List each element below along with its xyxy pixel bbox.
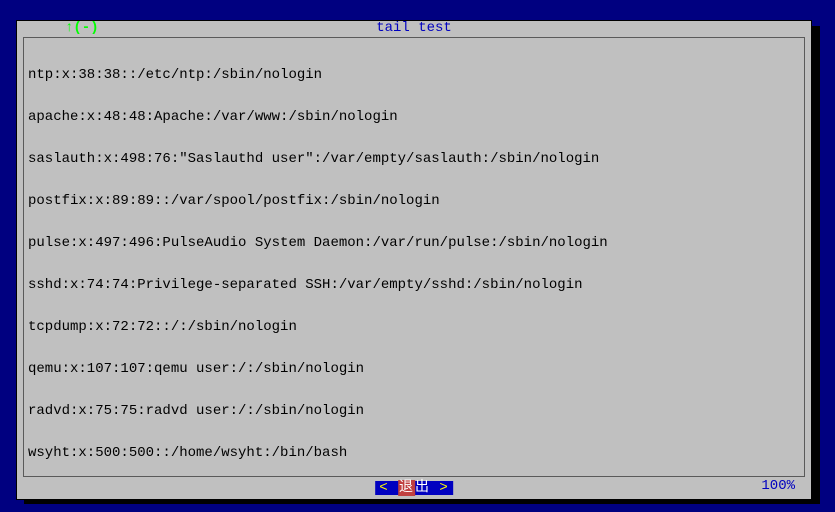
scroll-percent: 100% — [761, 479, 795, 493]
content-line: ntp:x:38:38::/etc/ntp:/sbin/nologin — [28, 68, 800, 82]
exit-bracket-left: < — [379, 480, 388, 496]
content-line: saslauth:x:498:76:"Saslauthd user":/var/… — [28, 152, 800, 166]
exit-button[interactable]: < 退出 > — [375, 481, 453, 495]
content-line: pulse:x:497:496:PulseAudio System Daemon… — [28, 236, 800, 250]
content-line: wsyht:x:500:500::/home/wsyht:/bin/bash — [28, 446, 800, 460]
content-line: radvd:x:75:75:radvd user:/:/sbin/nologin — [28, 404, 800, 418]
dialog-title: tail test — [376, 20, 452, 36]
exit-label-char2: 出 — [415, 480, 430, 496]
content-line: apache:x:48:48:Apache:/var/www:/sbin/nol… — [28, 110, 800, 124]
exit-bracket-right: > — [439, 480, 448, 496]
content-line: sshd:x:74:74:Privilege-separated SSH:/va… — [28, 278, 800, 292]
content-line: qemu:x:107:107:qemu user:/:/sbin/nologin — [28, 362, 800, 376]
title-bar: ↑(-) tail test — [17, 21, 811, 37]
dialog-window: ↑(-) tail test ntp:x:38:38::/etc/ntp:/sb… — [16, 20, 812, 500]
dialog-footer: 100% < 退出 > — [17, 479, 811, 495]
content-line: postfix:x:89:89::/var/spool/postfix:/sbi… — [28, 194, 800, 208]
content-line: tcpdump:x:72:72::/:/sbin/nologin — [28, 320, 800, 334]
text-content-box[interactable]: ntp:x:38:38::/etc/ntp:/sbin/nologin apac… — [23, 37, 805, 477]
exit-label-char1: 退 — [398, 480, 415, 496]
scroll-marker: ↑(-) — [65, 21, 99, 35]
